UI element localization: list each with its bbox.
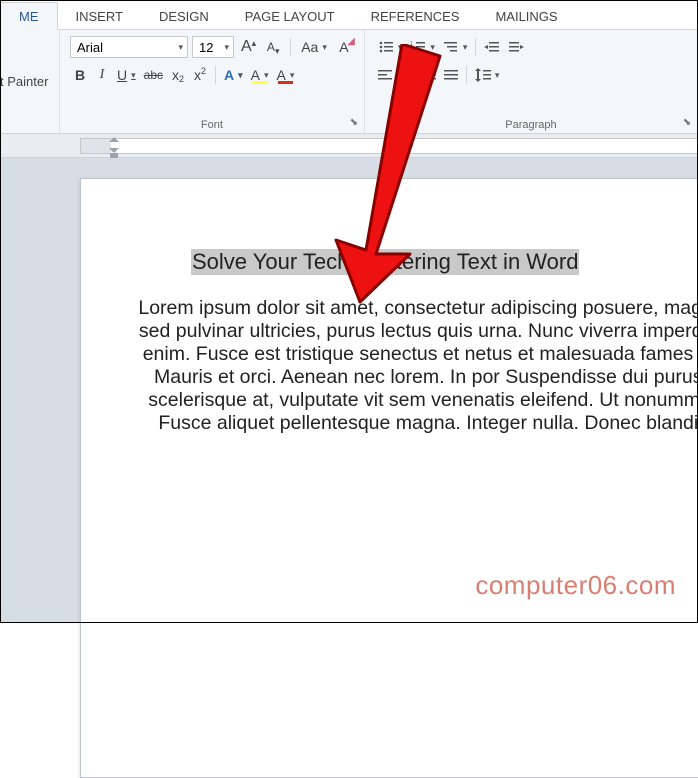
shrink-font-button[interactable]: A▾ xyxy=(263,36,283,58)
multilevel-list-button[interactable]: ▾ xyxy=(440,36,471,58)
bullets-button[interactable]: ▾ xyxy=(375,36,406,58)
decrease-indent-button[interactable] xyxy=(481,36,503,58)
font-name-value: Arial xyxy=(77,40,103,55)
paragraph-dialog-launcher[interactable]: ⬊ xyxy=(680,116,694,130)
separator xyxy=(466,66,467,84)
chevron-down-icon: ▾ xyxy=(174,42,183,53)
format-painter-button[interactable]: t Painter xyxy=(0,36,49,89)
font-size-select[interactable]: 12 ▾ xyxy=(192,36,234,58)
font-color-button[interactable]: A ▾ xyxy=(274,64,298,86)
grow-font-button[interactable]: A▴ xyxy=(238,36,259,58)
separator xyxy=(215,66,216,84)
ribbon: t Painter Arial ▾ 12 ▾ A▴ A▾ xyxy=(0,30,698,134)
font-size-value: 12 xyxy=(199,40,213,55)
align-left-button[interactable] xyxy=(375,64,395,86)
strikethrough-button[interactable]: abc xyxy=(141,64,166,86)
align-right-button[interactable] xyxy=(419,64,439,86)
align-center-button[interactable] xyxy=(397,64,417,86)
italic-button[interactable]: I xyxy=(92,64,112,86)
group-font-label: Font xyxy=(70,115,354,131)
tab-home[interactable]: ME xyxy=(0,2,58,30)
group-paragraph: ▾ 123▾ ▾ xyxy=(365,30,698,133)
indent-marker[interactable] xyxy=(109,137,119,158)
separator xyxy=(290,38,291,56)
group-paragraph-label: Paragraph xyxy=(375,115,687,131)
document-canvas: Solve Your Tech Centering Text in Word L… xyxy=(0,158,698,623)
bold-button[interactable]: B xyxy=(70,64,90,86)
justify-button[interactable] xyxy=(441,64,461,86)
document-heading-selected[interactable]: Solve Your Tech Centering Text in Word xyxy=(191,249,579,275)
horizontal-ruler[interactable] xyxy=(80,138,698,154)
change-case-button[interactable]: Aa▾ xyxy=(298,36,330,58)
superscript-button[interactable]: x2 xyxy=(190,64,210,86)
ribbon-tabs: ME INSERT DESIGN PAGE LAYOUT REFERENCES … xyxy=(0,0,698,30)
numbering-button[interactable]: 123▾ xyxy=(407,36,438,58)
text-effects-button[interactable]: A▾ xyxy=(221,64,246,86)
subscript-button[interactable]: x2 xyxy=(168,64,188,86)
tab-mailings[interactable]: MAILINGS xyxy=(477,3,575,29)
separator xyxy=(475,38,476,56)
tab-page-layout[interactable]: PAGE LAYOUT xyxy=(227,3,353,29)
group-clipboard: t Painter xyxy=(0,30,60,133)
group-font: Arial ▾ 12 ▾ A▴ A▾ Aa▾ A xyxy=(60,30,365,133)
svg-text:3: 3 xyxy=(410,49,413,54)
tab-insert[interactable]: INSERT xyxy=(58,3,141,29)
increase-indent-button[interactable] xyxy=(505,36,527,58)
font-dialog-launcher[interactable]: ⬊ xyxy=(347,116,361,130)
chevron-down-icon: ▾ xyxy=(220,42,229,53)
eraser-icon: ◢ xyxy=(347,36,355,47)
clear-formatting-button[interactable]: A ◢ xyxy=(334,36,354,58)
highlight-button[interactable]: A ▾ xyxy=(248,64,272,86)
line-spacing-button[interactable]: ▾ xyxy=(472,64,503,86)
document-body-text[interactable]: Lorem ipsum dolor sit amet, consectetur … xyxy=(131,297,698,435)
highlight-swatch xyxy=(252,81,268,84)
ruler-area xyxy=(0,134,698,158)
font-color-swatch xyxy=(278,81,294,84)
underline-button[interactable]: U▾ xyxy=(114,64,139,86)
tab-design[interactable]: DESIGN xyxy=(141,3,227,29)
tab-references[interactable]: REFERENCES xyxy=(353,3,478,29)
font-name-select[interactable]: Arial ▾ xyxy=(70,36,188,58)
document-page[interactable]: Solve Your Tech Centering Text in Word L… xyxy=(80,178,698,778)
ruler-margin-shade xyxy=(81,139,111,153)
